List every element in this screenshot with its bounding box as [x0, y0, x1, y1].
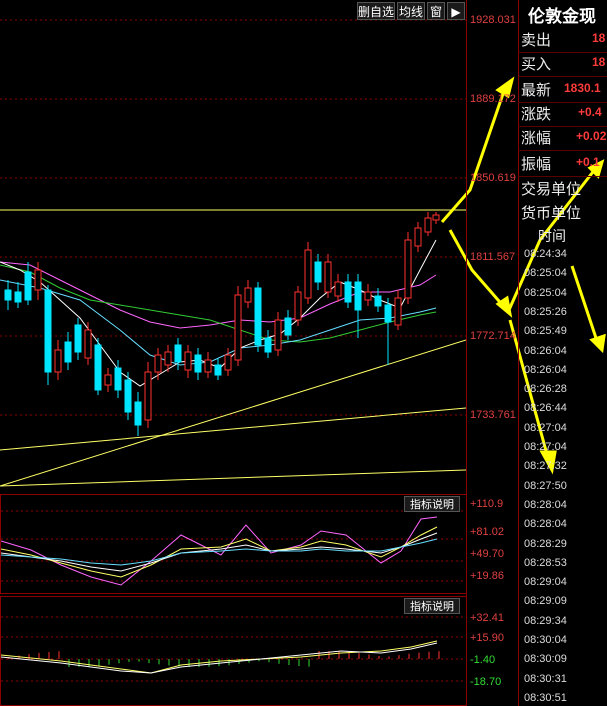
ind2-level-2: +15.90: [470, 632, 504, 644]
tick-time: 08:27:32: [524, 460, 567, 473]
price-level-4: 1811.567: [470, 251, 516, 263]
main-chart-area[interactable]: [0, 0, 606, 494]
last-value: 1830.1: [564, 81, 601, 95]
amplitude-label: 振幅: [521, 156, 552, 173]
arrow-right-icon[interactable]: ▶: [447, 2, 465, 20]
tick-time: 08:30:51: [524, 691, 567, 704]
tick-time: 08:28:29: [524, 537, 567, 550]
currency-unit-label: 货币单位: [521, 205, 582, 222]
tick-time: 08:30:04: [524, 634, 567, 646]
indicator-2-help-button[interactable]: 指标说明: [404, 598, 460, 614]
tick-time: 08:25:04: [524, 286, 567, 299]
indicator-2-chart: [1, 616, 467, 682]
ind1-level-2: +81.02: [470, 526, 504, 538]
indicator-1-chart: [1, 510, 467, 586]
quote-row-last: 最新 1830.1: [518, 76, 607, 103]
quote-row-pct: 涨幅 +0.02: [518, 124, 607, 151]
remove-watchlist-button[interactable]: 删自选: [357, 2, 395, 20]
amplitude-value: +0.1: [576, 155, 600, 169]
indicator-panel-1[interactable]: [0, 494, 467, 594]
change-value: +0.4: [578, 105, 602, 119]
tick-time: 08:24:34: [524, 248, 567, 260]
price-level-1: 1928.031: [470, 14, 516, 26]
tick-time: 08:30:31: [524, 672, 567, 685]
window-button[interactable]: 窗: [427, 2, 445, 20]
tick-time: 08:27:04: [524, 421, 567, 434]
ind2-level-4: -18.70: [470, 676, 502, 688]
ind1-level-4: +19.86: [470, 570, 504, 582]
sell-label: 卖出: [521, 32, 552, 49]
tick-time: 08:25:26: [524, 305, 567, 318]
moving-average-button[interactable]: 均线: [397, 2, 425, 20]
price-level-5: 1772.714: [470, 330, 516, 342]
buy-value: 18: [592, 55, 606, 69]
ind2-level-1: +32.41: [470, 612, 504, 624]
tick-time: 08:28:53: [524, 556, 567, 569]
tick-time: 08:26:44: [524, 402, 567, 415]
tick-time: 08:26:04: [524, 363, 567, 376]
indicator-panel-2[interactable]: [0, 596, 467, 706]
tick-time: 08:25:04: [524, 267, 567, 280]
quote-row-amplitude: 振幅 +0.1: [518, 150, 607, 177]
sell-value: 18: [592, 31, 606, 45]
time-header: 时间: [538, 228, 566, 244]
last-label: 最新: [521, 82, 552, 99]
ind1-level-3: +49.70: [470, 548, 504, 560]
tick-time: 08:30:09: [524, 653, 567, 666]
instrument-title: 伦敦金现: [528, 7, 596, 26]
trade-unit-label: 交易单位: [521, 181, 582, 198]
tick-time: 08:26:28: [524, 383, 567, 396]
tick-time: 08:29:04: [524, 576, 567, 589]
quote-row-sell: 卖出 18: [518, 26, 607, 53]
tick-time: 08:29:09: [524, 595, 567, 608]
change-label: 涨跌: [521, 106, 552, 123]
buy-label: 买入: [521, 56, 552, 73]
tick-time: 08:26:04: [524, 344, 567, 357]
pct-value: +0.02: [576, 129, 607, 143]
quote-row-change: 涨跌 +0.4: [518, 100, 607, 127]
tick-time: 08:28:04: [524, 498, 567, 511]
tick-time: 08:25:49: [524, 325, 567, 338]
price-axis: [466, 0, 519, 706]
price-level-2: 1889.172: [470, 93, 516, 105]
tick-time: 08:29:34: [524, 614, 567, 627]
ind1-level-1: +110.9: [470, 498, 504, 510]
price-level-3: 1850.619: [470, 172, 516, 184]
price-level-6: 1733.761: [470, 409, 516, 421]
tick-time: 08:27:50: [524, 479, 567, 492]
pct-label: 涨幅: [521, 130, 552, 147]
ind2-level-3: -1.40: [470, 654, 496, 666]
quote-row-buy: 买入 18: [518, 50, 607, 77]
tick-time: 08:27:04: [524, 441, 567, 453]
indicator-1-help-button[interactable]: 指标说明: [404, 496, 460, 512]
tick-time: 08:28:04: [524, 518, 567, 531]
